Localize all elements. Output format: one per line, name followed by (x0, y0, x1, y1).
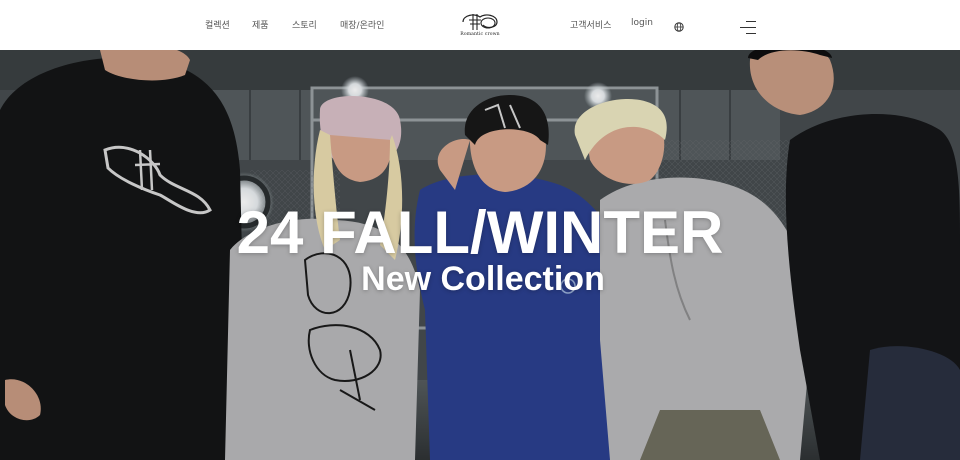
globe-icon[interactable] (674, 19, 684, 32)
hero-subtitle: New Collection (361, 260, 605, 298)
nav-products[interactable]: 제품 (252, 18, 269, 31)
brand-logo-mark (462, 14, 498, 30)
nav-stores-online[interactable]: 매장/온라인 (340, 18, 384, 31)
nav-customer-service[interactable]: 고객서비스 (570, 18, 611, 31)
hamburger-menu-icon[interactable] (740, 18, 756, 34)
nav-collection[interactable]: 컬렉션 (205, 18, 230, 31)
hero-title: 24 FALL/WINTER (236, 199, 724, 266)
brand-logo[interactable]: Romantic crown (459, 12, 501, 40)
brand-logo-text: Romantic crown (460, 32, 500, 37)
nav-story[interactable]: 스토리 (292, 18, 317, 31)
site-header: 컬렉션 제품 스토리 매장/온라인 Romantic crown 고객서비스 l… (0, 0, 960, 50)
hero-banner[interactable]: 24 FALL/WINTER New Collection (0, 50, 960, 460)
nav-login[interactable]: login (631, 18, 653, 28)
